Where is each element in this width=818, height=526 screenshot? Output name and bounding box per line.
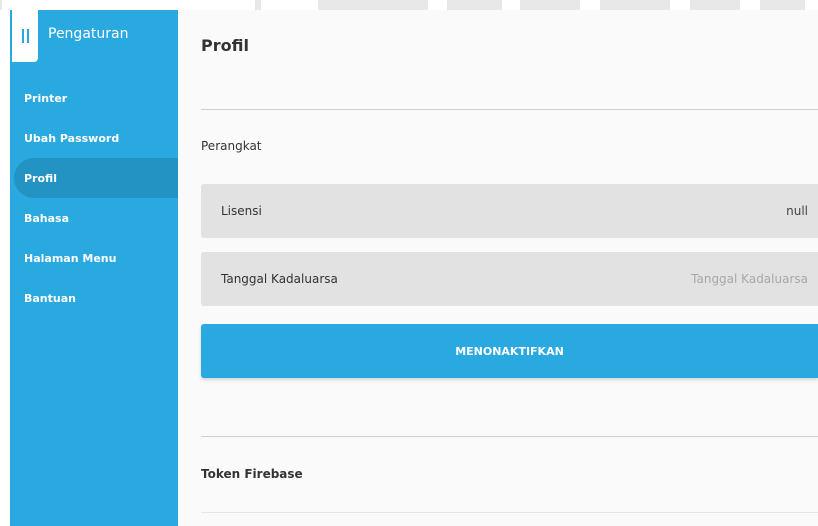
expiry-row[interactable]: Tanggal Kadaluarsa Tanggal Kadaluarsa (201, 252, 818, 306)
sidebar-item-label: Bantuan (24, 291, 76, 305)
sidebar-item-bantuan[interactable]: Bantuan (10, 278, 178, 318)
sidebar-item-profil[interactable]: Profil (14, 158, 178, 198)
menu-toggle-button[interactable] (12, 10, 38, 62)
expiry-label: Tanggal Kadaluarsa (221, 272, 338, 286)
main-content: Profil Perangkat Lisensi null Tanggal Ka… (178, 10, 818, 526)
settings-nav: Printer Ubah Password Profil Bahasa Hala… (10, 78, 178, 318)
sidebar-title: Pengaturan (48, 26, 129, 42)
license-row: Lisensi null (201, 184, 818, 238)
pause-icon (21, 29, 29, 43)
sidebar-item-label: Halaman Menu (24, 251, 117, 265)
sidebar-item-label: Ubah Password (24, 131, 120, 145)
sidebar-item-printer[interactable]: Printer (10, 78, 178, 118)
sidebar-item-bahasa[interactable]: Bahasa (10, 198, 178, 238)
divider (201, 436, 818, 437)
sidebar-item-halaman-menu[interactable]: Halaman Menu (10, 238, 178, 278)
sidebar-item-ubah-password[interactable]: Ubah Password (10, 118, 178, 158)
page-title: Profil (201, 36, 249, 55)
sidebar-item-label: Printer (24, 91, 68, 105)
sidebar-header: Pengaturan (12, 10, 178, 62)
section-title-perangkat: Perangkat (201, 139, 262, 153)
license-value: null (786, 204, 808, 218)
section-title-token-firebase: Token Firebase (201, 467, 303, 481)
watermark-strip (0, 0, 818, 10)
expiry-field[interactable]: Tanggal Kadaluarsa (691, 272, 808, 286)
sidebar: Pengaturan Printer Ubah Password Profil … (10, 10, 178, 526)
divider (201, 109, 818, 110)
token-field-top-border (201, 512, 818, 513)
deactivate-button[interactable]: MENONAKTIFKAN (201, 324, 818, 378)
sidebar-item-label: Profil (24, 171, 57, 185)
sidebar-item-label: Bahasa (24, 211, 70, 225)
license-label: Lisensi (221, 204, 262, 218)
